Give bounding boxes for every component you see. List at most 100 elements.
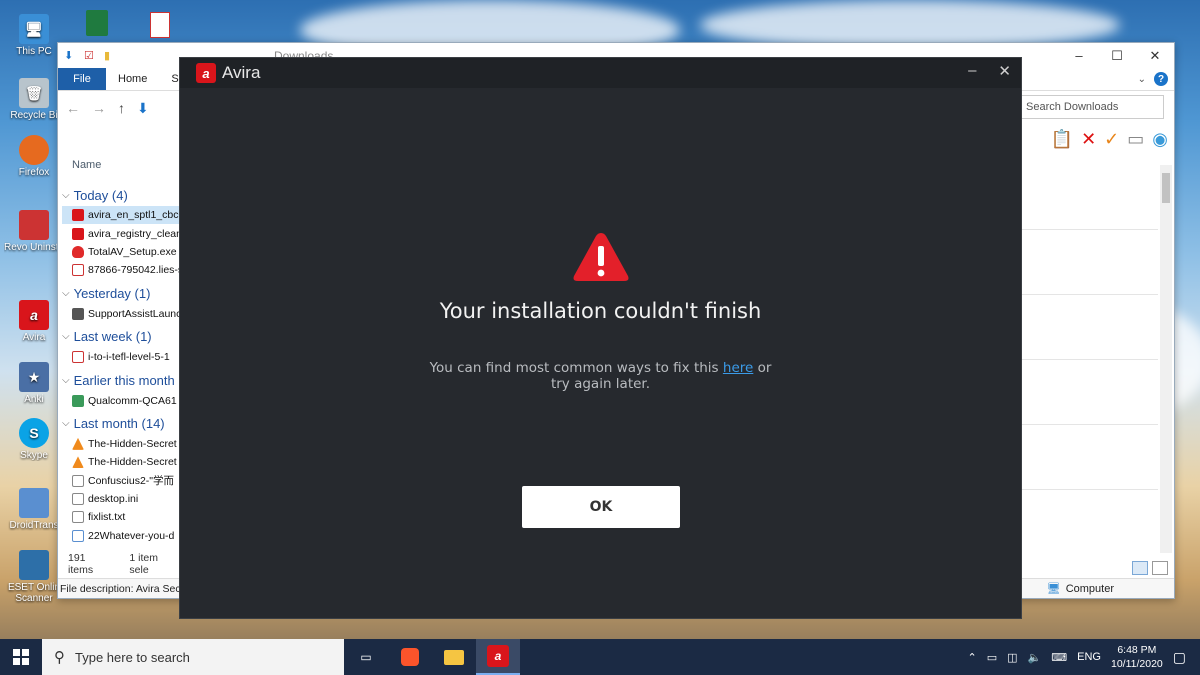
vlc-file-icon [72,456,84,469]
warning-icon [573,233,629,281]
file-list: ⌵ Today (4) avira_en_sptl1_cbc0 avira_reg… [62,181,180,545]
list-item[interactable]: Qualcomm-QCA61 [62,391,180,409]
chevron-up-icon[interactable]: ⌃ [968,651,977,664]
desktop-icon-firefox[interactable]: Firefox [4,135,64,178]
desktop-icon-recycle-bin[interactable]: 🗑 Recycle Bi [4,78,64,121]
eset-icon [19,550,49,580]
brave-taskbar-button[interactable] [388,639,432,675]
droidtrans-icon [19,488,49,518]
list-item[interactable]: SupportAssistLaunc [62,305,180,323]
forward-arrow-icon[interactable]: → [92,100,106,116]
dialog-titlebar: a Avira – ✕ [180,58,1021,88]
properties-icon[interactable]: ☑ [84,49,98,63]
notification-icon[interactable]: ▢ [1173,649,1186,666]
globe-icon[interactable]: ◉ [1152,129,1168,150]
desktop-icon-eset[interactable]: ESET Onlin Scanner [4,550,64,604]
pdf-file-icon [72,264,84,277]
chevron-down-icon[interactable]: ⌄ [1138,74,1146,85]
search-icon: ⚲ [54,649,65,666]
avira-taskbar-button[interactable]: a [476,639,520,675]
list-item[interactable]: Confuscius2-"学而 [62,472,180,490]
ok-button[interactable]: OK [522,486,680,528]
folder-icon[interactable]: ▮ [104,49,118,63]
search-input[interactable]: Search Downloads [1019,95,1164,119]
installer-file-icon [72,394,84,407]
network-icon[interactable]: ◫ [1007,651,1017,664]
taskbar: ⚲ Type here to search ▭ a ⌃ ▭ ◫ 🔈 ⌨ ENG … [0,639,1200,675]
avira-file-icon [72,227,84,240]
language-indicator[interactable]: ENG [1077,651,1101,663]
task-view-button[interactable]: ▭ [344,639,388,675]
help-icon[interactable]: ? [1154,72,1168,86]
toolbar-icons: 📋 ✕ ✓ ▭ ◉ [1051,129,1168,150]
avira-icon: a [19,300,49,330]
file-explorer-taskbar-button[interactable] [432,639,476,675]
maximize-button[interactable]: ☐ [1098,43,1136,68]
avira-error-dialog: a Avira – ✕ Your installation couldn't f… [179,57,1022,619]
group-header[interactable]: ⌵ Last week (1) [62,326,180,348]
clipboard-icon[interactable]: 📋 [1051,129,1073,150]
desktop-icon-anki[interactable]: ★ Anki [4,362,64,405]
rename-icon[interactable]: ▭ [1127,129,1144,150]
dialog-close-button[interactable]: ✕ [998,62,1011,80]
column-header-name[interactable]: Name [72,159,101,171]
list-item[interactable]: The-Hidden-Secret [62,453,180,471]
battery-icon[interactable]: ▭ [987,651,997,664]
settings-file-icon [72,493,84,506]
touch-keyboard-icon[interactable]: ⌨ [1051,651,1067,664]
help-link[interactable]: here [723,360,753,376]
exe-file-icon [72,307,84,320]
error-message: You can find most common ways to fix thi… [429,360,772,392]
computer-icon: 🖥 [1046,583,1061,595]
back-arrow-icon[interactable]: ← [66,100,80,116]
down-arrow-icon[interactable]: ⬇ [64,49,78,63]
clock[interactable]: 6:48 PM 10/11/2020 [1111,643,1163,671]
volume-icon[interactable]: 🔈 [1028,651,1042,664]
start-button[interactable] [0,639,42,675]
pdf-file-icon[interactable] [150,12,170,38]
list-item[interactable]: 22Whatever-you-d [62,527,180,545]
desktop-icon-droidtrans[interactable]: DroidTrans [4,488,64,531]
taskbar-search-input[interactable]: ⚲ Type here to search [42,639,344,675]
list-item[interactable]: avira_en_sptl1_cbc0 [62,206,180,225]
error-heading: Your installation couldn't finish [439,299,762,323]
list-item[interactable]: 87866-795042.lies-s [62,261,180,279]
group-header[interactable]: ⌵ Last month (14) [62,413,180,435]
tab-file[interactable]: File [58,68,106,90]
vertical-scrollbar[interactable] [1160,165,1172,553]
desktop-icon-revo[interactable]: Revo Uninstalle [4,210,64,253]
close-button[interactable]: ✕ [1136,43,1174,68]
recycle-bin-icon: 🗑 [19,78,49,108]
list-item[interactable]: The-Hidden-Secret [62,435,180,453]
delete-icon[interactable]: ✕ [1081,129,1096,150]
document-file-icon [72,529,84,542]
desktop-icon-avira[interactable]: a Avira [4,300,64,343]
location-computer: 🖥 Computer [1046,582,1114,596]
task-view-icon: ▭ [360,650,372,664]
desktop-icon-this-pc[interactable]: 🖥 This PC [4,14,64,57]
large-icons-view-icon[interactable] [1152,561,1168,575]
revo-uninstaller-icon [19,210,49,240]
group-header[interactable]: ⌵ Today (4) [62,184,180,206]
avira-logo-icon: a [196,63,216,83]
avira-file-icon [72,209,84,222]
status-selected: 1 item sele [129,552,158,576]
list-item[interactable]: fixlist.txt [62,508,180,526]
list-item[interactable]: TotalAV_Setup.exe [62,243,180,261]
group-header[interactable]: ⌵ Earlier this month [62,369,180,391]
up-arrow-icon[interactable]: ↑ [118,100,125,116]
checkmark-icon[interactable]: ✓ [1104,129,1119,150]
list-item[interactable]: i-to-i-tefl-level-5-1 [62,348,180,366]
firefox-icon [19,135,49,165]
list-item[interactable]: avira_registry_clean [62,224,180,242]
skype-icon: S [19,418,49,448]
anki-icon: ★ [19,362,49,392]
dialog-minimize-button[interactable]: – [968,62,976,80]
list-item[interactable]: desktop.ini [62,490,180,508]
excel-file-icon[interactable] [86,10,108,36]
minimize-button[interactable]: – [1060,43,1098,68]
details-view-icon[interactable] [1132,561,1148,575]
desktop-icon-skype[interactable]: S Skype [4,418,64,461]
group-header[interactable]: ⌵ Yesterday (1) [62,283,180,305]
tab-home[interactable]: Home [106,68,159,90]
